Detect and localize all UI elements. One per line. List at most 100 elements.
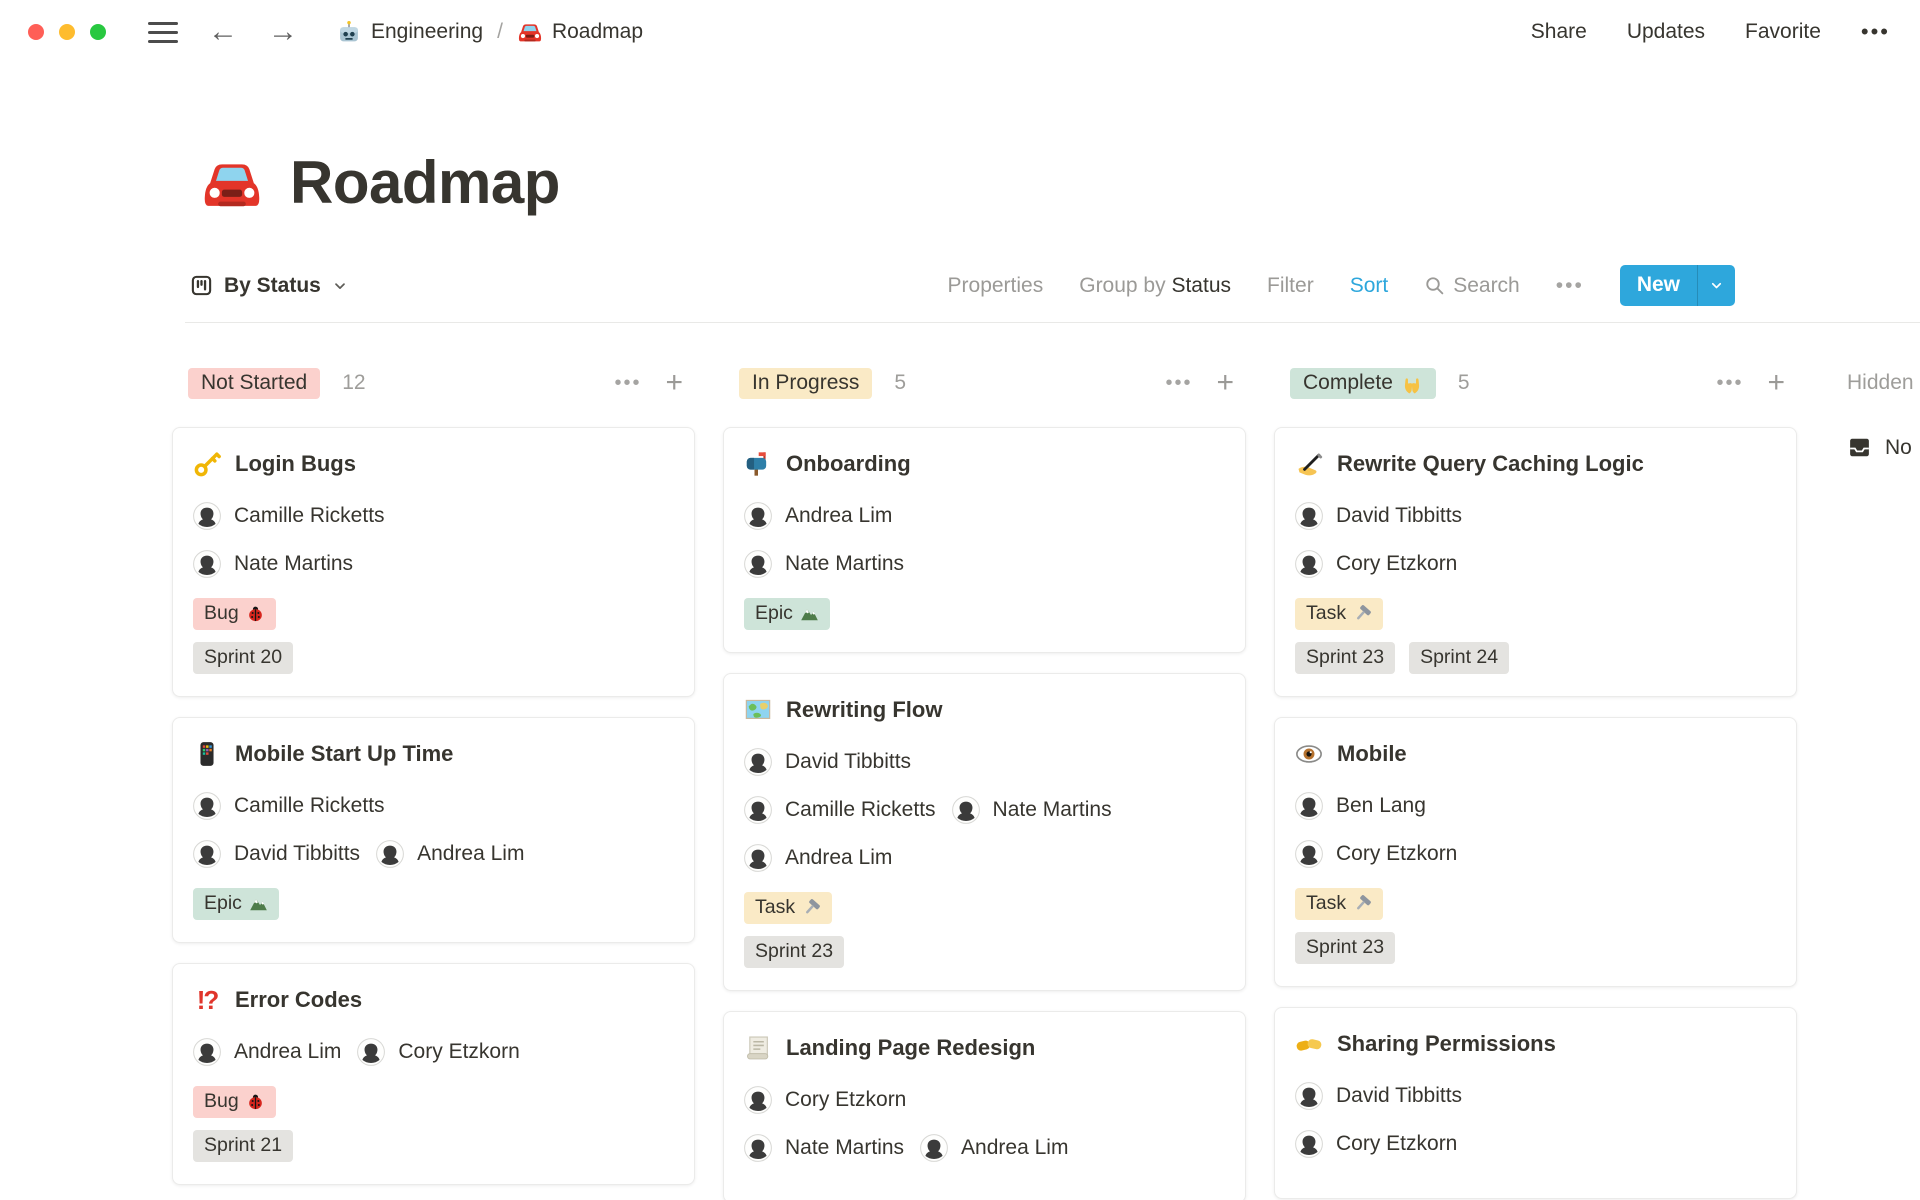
column-more-button[interactable]: ••• xyxy=(614,372,641,395)
assignee-name: Cory Etzkorn xyxy=(1336,842,1458,865)
tag-pill-sprint: Sprint 24 xyxy=(1409,642,1510,674)
hidden-columns-label[interactable]: Hidden xyxy=(1847,365,1920,401)
hidden-group-label: No xyxy=(1885,435,1912,459)
column-more-button[interactable]: ••• xyxy=(1165,372,1192,395)
new-dropdown-button[interactable] xyxy=(1697,265,1735,306)
favorite-button[interactable]: Favorite xyxy=(1745,20,1821,44)
card-landing-page-redesign[interactable]: Landing Page Redesign Cory Etzkorn Nate … xyxy=(723,1011,1246,1200)
search-button[interactable]: Search xyxy=(1424,274,1520,298)
status-badge[interactable]: Complete xyxy=(1290,367,1436,399)
card-sharing-permissions[interactable]: Sharing Permissions David Tibbitts Cory … xyxy=(1274,1007,1797,1199)
group-by-button[interactable]: Group by Status xyxy=(1079,274,1231,298)
avatar xyxy=(1295,1130,1323,1158)
assignee: Cory Etzkorn xyxy=(1295,840,1457,868)
topbar-actions: Share Updates Favorite ••• xyxy=(1531,19,1890,45)
avatar xyxy=(744,748,772,776)
assignee-name: Andrea Lim xyxy=(417,842,525,865)
assignee: Camille Ricketts xyxy=(193,502,385,530)
workspace-crumb[interactable]: Engineering xyxy=(336,19,483,45)
view-switcher[interactable]: By Status xyxy=(190,274,348,298)
assignee-name: Nate Martins xyxy=(785,552,905,575)
avatar xyxy=(744,1086,772,1114)
assignee: Camille Ricketts xyxy=(744,796,936,824)
assignee-name: Camille Ricketts xyxy=(234,504,385,527)
column-header: In Progress 5 ••• + xyxy=(723,365,1246,401)
tag-pill-bug: Bug xyxy=(193,598,276,630)
assignee: Ben Lang xyxy=(1295,792,1426,820)
column-count: 12 xyxy=(342,371,366,394)
forward-button[interactable]: → xyxy=(268,17,298,47)
tag-pill-bug: Bug xyxy=(193,1086,276,1118)
assignee-name: Nate Martins xyxy=(234,552,354,575)
breadcrumb-separator: / xyxy=(497,20,503,43)
status-badge[interactable]: In Progress xyxy=(739,367,873,399)
tag-pill-task: Task xyxy=(1295,888,1384,920)
card-mobile[interactable]: Mobile Ben Lang Cory Etzkorn Task Sprint… xyxy=(1274,717,1797,987)
assignee: David Tibbitts xyxy=(193,840,360,868)
status-badge[interactable]: Not Started xyxy=(188,367,321,399)
car-icon xyxy=(517,19,543,45)
page-crumb[interactable]: Roadmap xyxy=(517,19,643,45)
assignee: Andrea Lim xyxy=(744,502,892,530)
back-button[interactable]: ← xyxy=(208,17,238,47)
close-window-button[interactable] xyxy=(28,24,44,40)
properties-button[interactable]: Properties xyxy=(948,274,1044,298)
avatar xyxy=(744,502,772,530)
column-more-button[interactable]: ••• xyxy=(1716,372,1743,395)
page-icon-car[interactable] xyxy=(200,151,264,215)
filter-button[interactable]: Filter xyxy=(1267,274,1314,298)
tag-pill-sprint: Sprint 23 xyxy=(1295,642,1396,674)
card-rewrite-query-caching-logic[interactable]: Rewrite Query Caching Logic David Tibbit… xyxy=(1274,427,1797,697)
card-rewriting-flow[interactable]: Rewriting Flow David Tibbitts Camille Ri… xyxy=(723,673,1246,991)
assignee: Cory Etzkorn xyxy=(357,1038,520,1066)
minimize-window-button[interactable] xyxy=(59,24,75,40)
writing-hand-icon xyxy=(1295,450,1323,478)
search-icon xyxy=(1424,275,1445,296)
view-toolbar: By Status Properties Group by Status Fil… xyxy=(190,265,1735,306)
share-button[interactable]: Share xyxy=(1531,20,1587,44)
avatar xyxy=(193,840,221,868)
hammer-icon xyxy=(1353,894,1372,913)
assignee-name: David Tibbitts xyxy=(785,750,912,773)
group-by-prefix: Group by xyxy=(1079,273,1166,297)
card-title: Mobile Start Up Time xyxy=(235,741,454,766)
hammer-icon xyxy=(802,898,821,917)
assignee-name: Cory Etzkorn xyxy=(785,1088,907,1111)
assignee: Cory Etzkorn xyxy=(1295,550,1457,578)
updates-button[interactable]: Updates xyxy=(1627,20,1705,44)
assignee-name: David Tibbitts xyxy=(1336,1084,1463,1107)
assignee-name: Ben Lang xyxy=(1336,794,1426,817)
breadcrumb: Engineering / Roadmap xyxy=(336,19,643,45)
column-add-button[interactable]: + xyxy=(1767,368,1785,398)
new-button[interactable]: New xyxy=(1619,265,1735,306)
mountain-icon xyxy=(249,894,268,913)
ladybug-icon xyxy=(246,1092,265,1111)
avatar xyxy=(920,1134,948,1162)
zoom-window-button[interactable] xyxy=(90,24,106,40)
sort-button[interactable]: Sort xyxy=(1350,274,1389,298)
more-button[interactable]: ••• xyxy=(1861,19,1890,45)
sidebar-toggle-icon[interactable] xyxy=(148,21,178,43)
assignee: Cory Etzkorn xyxy=(1295,1130,1457,1158)
card-mobile-start-up-time[interactable]: Mobile Start Up Time Camille Ricketts Da… xyxy=(172,717,695,943)
assignee: Nate Martins xyxy=(952,796,1112,824)
card-title: Login Bugs xyxy=(235,451,356,476)
toolbar-more-button[interactable]: ••• xyxy=(1556,274,1584,298)
interrobang-icon: !? xyxy=(196,984,220,1015)
mobile-phone-icon xyxy=(193,740,221,768)
card-error-codes[interactable]: !? Error Codes Andrea Lim Cory Etzkorn B… xyxy=(172,963,695,1185)
card-onboarding[interactable]: Onboarding Andrea Lim Nate Martins Epic xyxy=(723,427,1246,653)
tag-pill-sprint: Sprint 23 xyxy=(744,936,845,968)
window-titlebar: ← → Engineering / Roadmap Share Updates … xyxy=(0,0,1920,64)
eye-icon xyxy=(1295,740,1323,768)
assignee: David Tibbitts xyxy=(1295,1082,1462,1110)
hidden-group-row[interactable]: No xyxy=(1847,435,1920,460)
tag-pill-sprint: Sprint 21 xyxy=(193,1130,294,1162)
column-add-button[interactable]: + xyxy=(1216,368,1234,398)
column-add-button[interactable]: + xyxy=(665,368,683,398)
assignee: Andrea Lim xyxy=(193,1038,341,1066)
card-login-bugs[interactable]: Login Bugs Camille Ricketts Nate Martins… xyxy=(172,427,695,697)
avatar xyxy=(1295,550,1323,578)
assignee-name: Andrea Lim xyxy=(961,1136,1069,1159)
card-title: Landing Page Redesign xyxy=(786,1035,1036,1060)
